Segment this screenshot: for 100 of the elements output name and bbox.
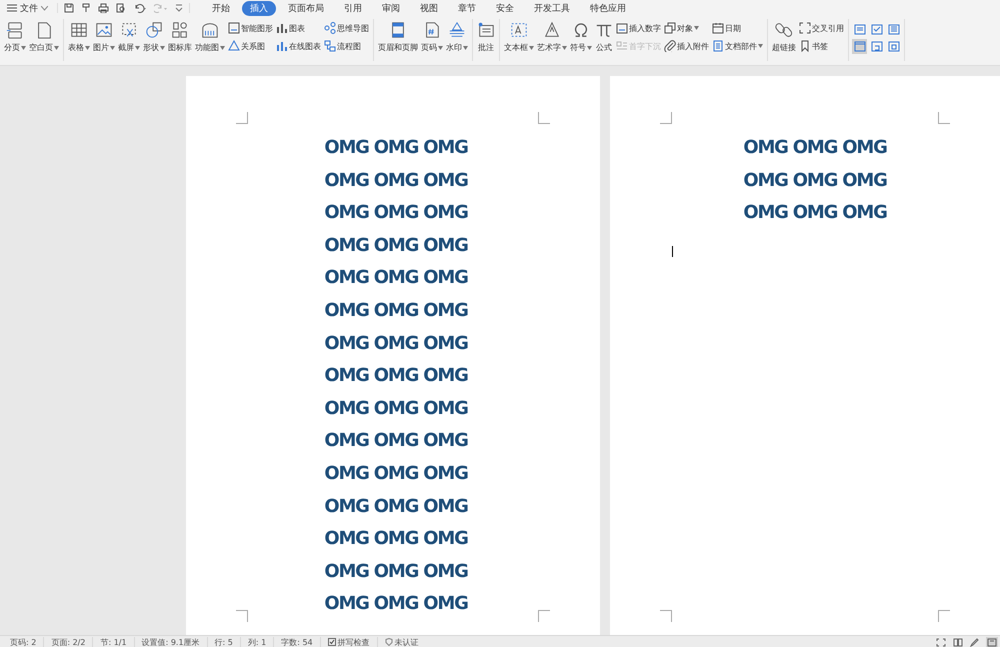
ribbon-button[interactable]: 形状 [142, 19, 166, 55]
ribbon-tab[interactable]: 开始 [204, 0, 238, 16]
ribbon-button[interactable]: 空白页 [28, 19, 60, 55]
print-icon[interactable] [98, 3, 109, 13]
crop-mark-icon [938, 610, 950, 622]
ribbon-button[interactable]: 表格 [67, 19, 91, 55]
ribbon-button[interactable]: 符号 [569, 19, 593, 55]
crop-mark-icon [938, 112, 950, 124]
ribbon-tab[interactable]: 开发工具 [526, 0, 578, 16]
art-text-icon [543, 21, 561, 39]
ribbon-button[interactable]: 页眉和页脚 [377, 19, 419, 55]
text-line: OMG OMG OMG [324, 364, 468, 388]
layout-button[interactable] [869, 22, 884, 37]
bookmark-icon [799, 40, 811, 52]
layout-button[interactable] [852, 39, 867, 54]
view-mode-button[interactable] [935, 636, 947, 647]
format-painter-icon[interactable] [81, 3, 91, 13]
omega-icon [572, 21, 590, 39]
ribbon-button[interactable]: 艺术字 [536, 19, 568, 55]
text-box-icon [510, 21, 528, 39]
print-preview-icon[interactable] [116, 3, 126, 13]
caret-icon [21, 46, 26, 50]
shapes-icon [145, 21, 163, 39]
status-text: 未认证 [378, 636, 426, 647]
bar-chart-icon [276, 22, 288, 34]
ribbon-button[interactable]: 书签 [798, 40, 845, 52]
ribbon-tab[interactable]: 章节 [450, 0, 484, 16]
ribbon-tab[interactable]: 特色应用 [582, 0, 634, 16]
layout-button[interactable] [852, 22, 867, 37]
ribbon-button[interactable]: 公式 [594, 19, 614, 55]
ribbon-button[interactable]: 分页 [3, 19, 27, 55]
ribbon-button[interactable]: 日期 [711, 22, 764, 34]
status-text: 列: 1 [240, 636, 274, 647]
ribbon-button[interactable]: 交叉引用 [798, 22, 845, 34]
ribbon-tab[interactable]: 安全 [488, 0, 522, 16]
view-mode-button[interactable] [969, 636, 981, 647]
crop-mark-icon [538, 610, 550, 622]
ribbon-button[interactable]: 文本框 [503, 19, 535, 55]
caret-icon [160, 46, 165, 50]
ribbon-button[interactable]: 批注 [476, 19, 496, 55]
view-mode-button[interactable] [952, 636, 964, 647]
ribbon-button[interactable]: 文档部件 [711, 40, 764, 52]
layout-button[interactable] [886, 39, 901, 54]
ribbon-button[interactable]: 图标库 [167, 19, 193, 55]
mind-map-icon [324, 22, 336, 34]
undo-icon[interactable] [133, 3, 147, 13]
ribbon-tab[interactable]: 页面布局 [280, 0, 332, 16]
caret-icon [562, 46, 567, 50]
text-line: OMG OMG OMG [743, 201, 887, 226]
calendar-icon [712, 22, 724, 34]
document-icon [712, 40, 724, 52]
file-menu[interactable]: 文件 [4, 2, 51, 14]
image-icon [95, 21, 113, 39]
link-icon [775, 21, 793, 39]
ribbon-button[interactable]: 截屏 [117, 19, 141, 55]
ribbon-button[interactable]: 功能图 [194, 19, 226, 55]
chart-box-icon [201, 21, 219, 39]
ribbon-tab[interactable]: 审阅 [374, 0, 408, 16]
ribbon-button[interactable]: 超链接 [771, 19, 797, 55]
status-text: 页面: 2/2 [44, 636, 94, 647]
ribbon-button[interactable]: 页码 [420, 19, 444, 55]
cross-reference-icon [799, 22, 811, 34]
text-line: OMG OMG OMG [324, 592, 468, 616]
ribbon-button[interactable]: 对象 [663, 22, 710, 34]
ribbon-tab[interactable]: 视图 [412, 0, 446, 16]
ribbon-button[interactable]: 关系图 [227, 40, 274, 52]
caret-icon [694, 26, 699, 30]
text-line: OMG OMG OMG [324, 396, 468, 421]
ribbon-button[interactable]: 流程图 [323, 40, 370, 52]
layout-button[interactable] [886, 22, 901, 37]
view-mode-button[interactable] [986, 636, 998, 647]
flowchart-icon [324, 40, 336, 52]
save-icon[interactable] [64, 3, 74, 13]
ribbon-button[interactable]: 插入数字 [615, 22, 662, 34]
table-icon [70, 21, 88, 39]
spell-check-toggle[interactable]: 拼写检查 [320, 636, 378, 647]
menu-icon [7, 4, 17, 12]
ribbon-tab[interactable]: 引用 [336, 0, 370, 16]
ribbon-button[interactable]: 插入附件 [663, 40, 710, 52]
customize-icon[interactable] [175, 4, 183, 12]
drop-cap-icon [616, 40, 628, 52]
ribbon-button[interactable]: 思维导图 [323, 22, 370, 34]
ribbon-button[interactable]: 在线图表 [275, 40, 322, 52]
layout-button[interactable] [869, 39, 884, 54]
caret-icon [85, 46, 90, 50]
ribbon-button[interactable]: 智能图形 [227, 22, 274, 34]
ribbon-tab[interactable]: 插入 [242, 0, 276, 16]
watermark-icon [448, 21, 466, 39]
status-text: 设置值: 9.1厘米 [134, 636, 208, 647]
text-line: OMG OMG OMG [324, 266, 468, 290]
text-line: OMG OMG OMG [324, 494, 468, 519]
crop-mark-icon [660, 610, 672, 622]
text-line: OMG OMG OMG [324, 560, 468, 584]
ribbon-button[interactable]: 水印 [445, 19, 469, 55]
ribbon-button[interactable]: 图片 [92, 19, 116, 55]
chevron-icon [41, 6, 48, 10]
text-line: OMG OMG OMG [743, 136, 887, 160]
paperclip-icon [664, 40, 676, 52]
ribbon-button[interactable]: 图表 [275, 22, 322, 34]
caret-icon [758, 44, 763, 48]
